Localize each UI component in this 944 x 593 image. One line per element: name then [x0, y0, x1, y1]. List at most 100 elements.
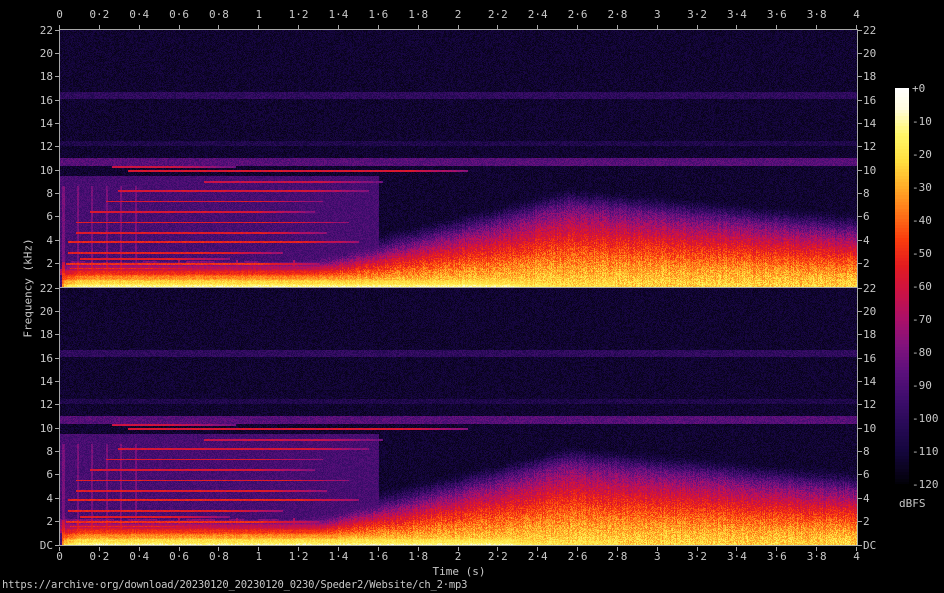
time-tick	[657, 547, 658, 551]
time-axis-title: Time (s)	[414, 565, 504, 578]
time-tick	[776, 547, 777, 551]
freq-axis-label: 6	[863, 210, 897, 223]
time-axis-label: 0	[42, 8, 78, 21]
colorbar-tick-label: -40	[912, 214, 944, 227]
freq-tick	[55, 428, 59, 429]
time-axis-label: 0·6	[161, 8, 197, 21]
freq-axis-label: 18	[863, 328, 897, 341]
freq-axis-label: 22	[863, 282, 897, 295]
colorbar-gradient	[895, 88, 909, 484]
time-axis-label: 3·2	[679, 8, 715, 21]
freq-axis-label: 4	[863, 492, 897, 505]
freq-axis-label: 18	[19, 70, 53, 83]
time-axis-label: 0·8	[201, 550, 237, 563]
time-axis-label: 1·8	[400, 8, 436, 21]
freq-tick	[858, 30, 862, 31]
freq-tick	[55, 216, 59, 217]
freq-tick	[858, 193, 862, 194]
time-axis-label: 2·8	[599, 8, 635, 21]
time-axis-label: 2·2	[480, 8, 516, 21]
freq-axis-label: 2	[19, 257, 53, 270]
time-axis-label: 1	[241, 8, 277, 21]
freq-axis-label: 16	[863, 94, 897, 107]
freq-tick	[858, 100, 862, 101]
colorbar-tick-label: -70	[912, 313, 944, 326]
spectrogram-canvas	[59, 29, 858, 546]
time-tick	[179, 25, 180, 29]
time-axis-label: 0·8	[201, 8, 237, 21]
time-axis-label: 3·6	[759, 550, 795, 563]
freq-axis-label: 8	[863, 445, 897, 458]
colorbar-tick-label: -100	[912, 412, 944, 425]
time-axis-label: 1·4	[320, 8, 356, 21]
freq-tick	[55, 311, 59, 312]
time-axis-label: 2·6	[560, 550, 596, 563]
freq-axis-label: 16	[19, 94, 53, 107]
freq-axis-label: 20	[863, 47, 897, 60]
freq-axis-label: 20	[19, 47, 53, 60]
time-tick	[617, 25, 618, 29]
freq-tick	[55, 498, 59, 499]
freq-axis-label: 20	[19, 305, 53, 318]
freq-axis-label: 4	[863, 234, 897, 247]
freq-axis-label: 22	[19, 282, 53, 295]
freq-axis-dc-label: DC	[19, 539, 53, 552]
freq-tick	[55, 521, 59, 522]
freq-tick	[858, 146, 862, 147]
time-tick	[697, 547, 698, 551]
time-axis-label: 2	[440, 8, 476, 21]
freq-tick	[55, 123, 59, 124]
time-axis-label: 3·4	[719, 550, 755, 563]
freq-axis-label: 16	[19, 352, 53, 365]
freq-tick	[55, 193, 59, 194]
freq-tick	[55, 404, 59, 405]
time-axis-label: 1·2	[281, 550, 317, 563]
spectrogram-image: Frequency (kHz) Time (s) dBFS https://ar…	[0, 0, 944, 593]
time-axis-label: 1·8	[400, 550, 436, 563]
time-tick	[258, 25, 259, 29]
colorbar-tick-label: -80	[912, 346, 944, 359]
freq-axis-label: 12	[863, 140, 897, 153]
time-axis-label: 2·8	[599, 550, 635, 563]
colorbar-tick-label: -90	[912, 379, 944, 392]
time-tick	[59, 547, 60, 551]
freq-axis-label: 6	[19, 210, 53, 223]
freq-axis-label: 2	[19, 515, 53, 528]
time-tick	[218, 547, 219, 551]
freq-tick	[55, 146, 59, 147]
freq-tick	[55, 381, 59, 382]
time-tick	[338, 547, 339, 551]
freq-tick	[858, 170, 862, 171]
freq-axis-label: 8	[19, 187, 53, 200]
freq-tick	[55, 240, 59, 241]
freq-tick	[55, 30, 59, 31]
colorbar-unit-label: dBFS	[899, 497, 926, 510]
colorbar-tick-label: -10	[912, 115, 944, 128]
freq-tick	[858, 428, 862, 429]
freq-axis-label: 2	[863, 515, 897, 528]
freq-axis-label: 16	[863, 352, 897, 365]
freq-axis-label: 20	[863, 305, 897, 318]
time-tick	[418, 547, 419, 551]
freq-axis-label: 4	[19, 492, 53, 505]
time-axis-label: 4	[839, 550, 875, 563]
time-tick	[776, 25, 777, 29]
time-axis-label: 3	[639, 550, 675, 563]
freq-axis-label: 12	[19, 140, 53, 153]
time-tick	[378, 547, 379, 551]
freq-tick	[55, 76, 59, 77]
freq-tick	[55, 334, 59, 335]
freq-tick	[55, 170, 59, 171]
time-axis-label: 0·4	[121, 8, 157, 21]
time-axis-label: 3	[639, 8, 675, 21]
freq-tick	[858, 381, 862, 382]
freq-tick	[55, 100, 59, 101]
time-tick	[497, 25, 498, 29]
time-tick	[856, 25, 857, 29]
freq-axis-label: 12	[19, 398, 53, 411]
colorbar-tick-label: -50	[912, 247, 944, 260]
freq-tick	[858, 288, 862, 289]
freq-tick	[858, 311, 862, 312]
time-axis-label: 1·2	[281, 8, 317, 21]
colorbar-tick-label: -60	[912, 280, 944, 293]
